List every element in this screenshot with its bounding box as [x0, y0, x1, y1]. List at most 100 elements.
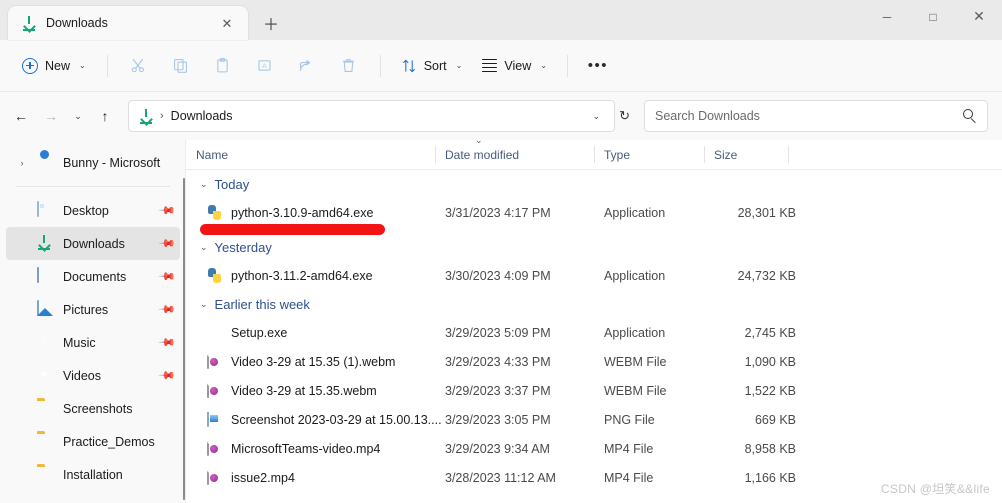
chevron-down-icon[interactable]: ⌄ — [200, 299, 208, 310]
file-size: 8,958 KB — [744, 441, 796, 456]
sidebar-item-practice-demos[interactable]: Practice_Demos — [6, 425, 180, 458]
window-controls: ─ □ ✕ — [864, 0, 1002, 40]
sort-label: Sort — [423, 58, 447, 73]
breadcrumb-dropdown-icon[interactable]: ⌄ — [587, 111, 607, 122]
command-bar: New ⌄ A Sort ⌄ View ⌄ ••• — [0, 40, 1002, 92]
column-header-name[interactable]: Name — [186, 140, 435, 170]
table-row[interactable]: issue2.mp4 3/28/2023 11:12 AM MP4 File 1… — [186, 463, 1002, 492]
file-type: Application — [604, 268, 666, 283]
copy-button[interactable] — [161, 50, 201, 82]
chevron-down-icon[interactable]: ⌄ — [200, 242, 208, 253]
picture-icon — [37, 300, 54, 318]
download-icon — [37, 235, 54, 252]
sidebar-item-downloads[interactable]: Downloads 📌 — [6, 227, 180, 260]
sort-indicator-icon: ⌄ — [475, 140, 483, 146]
pin-icon[interactable]: 📌 — [158, 234, 177, 253]
file-date: 3/29/2023 3:05 PM — [445, 412, 551, 427]
delete-button[interactable] — [329, 50, 369, 82]
tab-downloads[interactable]: Downloads ✕ — [8, 6, 248, 40]
pin-icon[interactable]: 📌 — [158, 201, 177, 220]
pin-icon[interactable]: 📌 — [158, 300, 177, 319]
tab-title: Downloads — [46, 16, 108, 30]
close-tab-icon[interactable]: ✕ — [216, 12, 238, 34]
more-options-button[interactable]: ••• — [579, 50, 617, 82]
refresh-button[interactable]: ↻ — [615, 108, 634, 124]
column-header-size[interactable]: Size — [704, 140, 788, 170]
pin-icon[interactable]: 📌 — [158, 267, 177, 286]
cut-button[interactable] — [119, 50, 159, 82]
navigation-pane: › Bunny - Microsoft Desktop 📌 Downloads … — [0, 140, 186, 503]
chevron-right-icon[interactable]: › — [16, 158, 28, 168]
sidebar-item-desktop[interactable]: Desktop 📌 — [6, 194, 180, 227]
table-row[interactable]: python-3.10.9-amd64.exe 3/31/2023 4:17 P… — [186, 198, 1002, 227]
sidebar-item-videos[interactable]: Videos 📌 — [6, 359, 180, 392]
search-box[interactable] — [644, 100, 988, 132]
file-name: Video 3-29 at 15.35.webm — [231, 383, 377, 398]
file-size: 1,090 KB — [744, 354, 796, 369]
share-button[interactable] — [287, 50, 327, 82]
table-row[interactable]: Video 3-29 at 15.35 (1).webm 3/29/2023 4… — [186, 347, 1002, 376]
minimize-button[interactable]: ─ — [864, 0, 910, 33]
sidebar-item-installation[interactable]: Installation — [6, 458, 180, 491]
search-input[interactable] — [655, 109, 963, 123]
rename-button[interactable]: A — [245, 50, 285, 82]
paste-button[interactable] — [203, 50, 243, 82]
file-type: WEBM File — [604, 354, 667, 369]
content-area: › Bunny - Microsoft Desktop 📌 Downloads … — [0, 140, 1002, 503]
csdn-watermark: CSDN @坦笑&&life — [880, 482, 990, 496]
recent-locations-button[interactable]: ⌄ — [66, 101, 90, 131]
sort-arrows-icon — [402, 59, 415, 72]
png-file-icon — [207, 411, 223, 428]
file-date: 3/31/2023 4:17 PM — [445, 205, 551, 220]
table-row[interactable]: Video 3-29 at 15.35.webm 3/29/2023 3:37 … — [186, 376, 1002, 405]
python-installer-icon — [207, 204, 223, 221]
back-button[interactable]: ← — [6, 101, 36, 131]
chevron-down-icon[interactable]: ⌄ — [200, 179, 208, 190]
table-row[interactable]: Screenshot 2023-03-29 at 15.00.13.... 3/… — [186, 405, 1002, 434]
column-header-type[interactable]: Type — [594, 140, 704, 170]
copy-icon — [174, 58, 188, 73]
table-row[interactable]: MicrosoftTeams-video.mp4 3/29/2023 9:34 … — [186, 434, 1002, 463]
sidebar-item-pictures[interactable]: Pictures 📌 — [6, 293, 180, 326]
column-header-date-modified[interactable]: ⌄ Date modified — [435, 140, 594, 170]
table-row[interactable]: python-3.11.2-amd64.exe 3/30/2023 4:09 P… — [186, 261, 1002, 290]
download-arrow-icon — [139, 108, 153, 126]
red-highlight-annotation — [200, 224, 385, 235]
sidebar-item-music[interactable]: Music 📌 — [6, 326, 180, 359]
file-name-cell: Screenshot 2023-03-29 at 15.00.13.... — [207, 411, 445, 428]
sidebar-item-label: Pictures — [63, 302, 109, 317]
close-window-button[interactable]: ✕ — [956, 0, 1002, 33]
file-name: Screenshot 2023-03-29 at 15.00.13.... — [231, 412, 442, 427]
maximize-button[interactable]: □ — [910, 0, 956, 33]
pin-icon[interactable]: 📌 — [158, 366, 177, 385]
toolbar-divider — [106, 54, 108, 77]
pin-icon[interactable]: 📌 — [158, 333, 177, 352]
file-size: 28,301 KB — [737, 205, 796, 220]
new-button[interactable]: New ⌄ — [12, 50, 96, 82]
table-row[interactable]: Setup.exe 3/29/2023 5:09 PM Application … — [186, 318, 1002, 347]
up-button[interactable]: ↑ — [90, 101, 120, 131]
exe-icon — [207, 325, 223, 341]
view-lines-icon — [482, 58, 498, 73]
file-size: 2,745 KB — [744, 325, 796, 340]
group-header-today[interactable]: ⌄ Today — [186, 170, 1002, 198]
group-header-earlier-this-week[interactable]: ⌄ Earlier this week — [186, 290, 1002, 318]
sidebar-item-label: Desktop — [63, 203, 109, 218]
file-name-cell: Video 3-29 at 15.35.webm — [207, 382, 445, 399]
sidebar-item-label: Bunny - Microsoft — [63, 155, 161, 170]
breadcrumb-downloads[interactable]: Downloads — [171, 109, 233, 123]
sidebar-item-onedrive[interactable]: › Bunny - Microsoft — [6, 146, 180, 179]
sort-button[interactable]: Sort ⌄ — [392, 50, 472, 82]
python-installer-icon — [207, 267, 223, 284]
new-tab-button[interactable]: ＋ — [254, 8, 288, 38]
media-file-icon — [207, 382, 223, 399]
file-name-cell: Video 3-29 at 15.35 (1).webm — [207, 353, 445, 370]
breadcrumb[interactable]: › Downloads ⌄ — [128, 100, 616, 132]
sidebar-item-screenshots[interactable]: Screenshots — [6, 392, 180, 425]
group-header-yesterday[interactable]: ⌄ Yesterday — [186, 233, 1002, 261]
view-button[interactable]: View ⌄ — [473, 50, 556, 82]
sidebar-item-documents[interactable]: Documents 📌 — [6, 260, 180, 293]
folder-icon — [37, 433, 54, 450]
sidebar-item-label: Screenshots — [63, 401, 133, 416]
file-date: 3/29/2023 4:33 PM — [445, 354, 551, 369]
